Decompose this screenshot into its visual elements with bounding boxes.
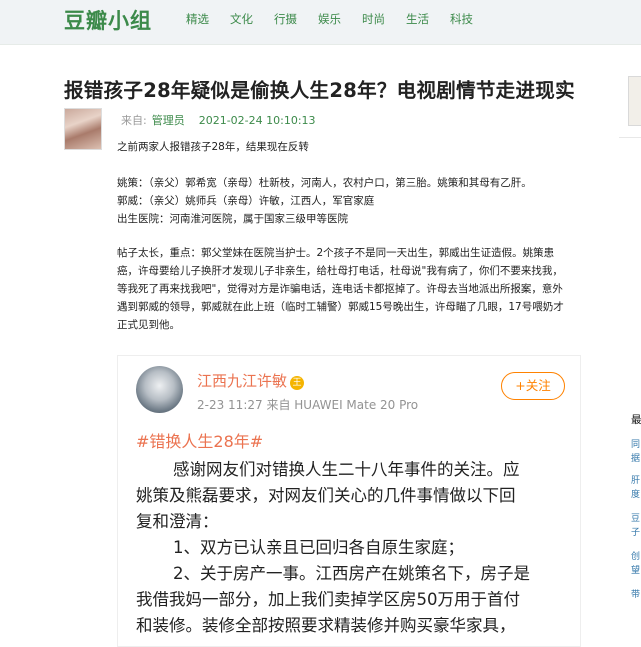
- nav-item-featured[interactable]: 精选: [186, 11, 209, 27]
- from-label: 来自:: [121, 114, 147, 127]
- sidebar-link[interactable]: 同: [631, 438, 640, 452]
- sidebar-link[interactable]: 带: [631, 588, 640, 602]
- header-divider: [0, 44, 641, 45]
- post-paragraph: 郭威：（亲父）姚师兵（亲母）许敏，江西人，军官家庭: [117, 195, 375, 207]
- weibo-hashtag[interactable]: #错换人生28年#: [136, 428, 263, 452]
- post-paragraph: 姚策：（亲父）郭希宽（亲母）杜新枝，河南人，农村户口，第三胎。姚策和其母有乙肝。: [117, 177, 532, 189]
- post-timestamp: 2021-02-24 10:10:13: [198, 114, 316, 127]
- weibo-text-line: 1、双方已认亲且已回归各自原生家庭；: [173, 538, 464, 557]
- weibo-username[interactable]: 江西九江许敏王: [197, 370, 305, 391]
- post-paragraph: 帖子太长，重点：郭父堂妹在医院当护士。2个孩子不是同一天出生，郭威出生证造假。姚…: [117, 247, 555, 259]
- post-paragraph: 癌，许母要给儿子换肝才发现儿子非亲生，给杜母打电话，杜母说"我有病了，你们不要来…: [117, 265, 563, 277]
- nav-item-culture[interactable]: 文化: [230, 11, 253, 27]
- weibo-text-line: 感谢网友们对错换人生二十八年事件的关注。应: [173, 460, 520, 479]
- nav-item-life[interactable]: 生活: [406, 11, 429, 27]
- sidebar-link[interactable]: 子: [631, 526, 640, 540]
- sidebar-link[interactable]: 肝: [631, 474, 640, 488]
- weibo-text-line: 我借我妈一部分，加上我们卖掉学区房50万用于首付: [136, 590, 520, 609]
- post-paragraph: 出生医院：河南淮河医院，属于国家三级甲等医院: [117, 213, 348, 225]
- nav-item-entertainment[interactable]: 娱乐: [318, 11, 341, 27]
- sidebar-heading: 最: [631, 414, 641, 426]
- weibo-text-line: 和装修。装修全部按照要求精装修并购买豪华家具，: [136, 616, 516, 635]
- sidebar-link[interactable]: 豆: [631, 512, 640, 526]
- author-link[interactable]: 管理员: [152, 114, 185, 127]
- nav-item-tech[interactable]: 科技: [450, 11, 473, 27]
- weibo-text-line: 姚策及熊磊要求，对网友们关心的几件事情做以下回: [136, 486, 516, 505]
- post-paragraph: 等我死了再来找我吧"，觉得对方是诈骗电话，连电话卡都抠掉了。许母去当地派出所报案…: [117, 283, 563, 295]
- post-meta: 来自: 管理员 2021-02-24 10:10:13: [121, 112, 316, 128]
- sidebar-divider: [619, 137, 641, 138]
- nav-item-fashion[interactable]: 时尚: [362, 11, 385, 27]
- follow-button[interactable]: +关注: [501, 372, 565, 400]
- top-navigation-bar: 豆瓣小组 精选 文化 行摄 娱乐 时尚 生活 科技: [0, 0, 641, 44]
- category-nav: 精选 文化 行摄 娱乐 时尚 生活 科技: [186, 11, 494, 27]
- post-title: 报错孩子28年疑似是偷换人生28年？电视剧情节走进现实: [64, 79, 575, 102]
- crown-badge-icon: 王: [290, 376, 305, 390]
- post-paragraph: 正式见到他。: [117, 319, 180, 331]
- sidebar-thumbnail[interactable]: [628, 76, 641, 126]
- sidebar-link[interactable]: 创: [631, 550, 640, 564]
- sidebar-link[interactable]: 望: [631, 564, 640, 578]
- weibo-text-line: 2、关于房产一事。江西房产在姚策名下，房子是: [173, 564, 530, 583]
- weibo-user-avatar[interactable]: [136, 366, 183, 413]
- weibo-post-meta: 2-23 11:27 来自 HUAWEI Mate 20 Pro: [197, 398, 419, 412]
- sidebar-link[interactable]: 度: [631, 488, 640, 502]
- author-avatar[interactable]: [64, 108, 102, 150]
- weibo-post-screenshot: 江西九江许敏王 2-23 11:27 来自 HUAWEI Mate 20 Pro…: [117, 355, 581, 647]
- nav-item-travel-photo[interactable]: 行摄: [274, 11, 297, 27]
- post-paragraph: 之前两家人报错孩子28年，结果现在反转: [117, 141, 309, 153]
- weibo-username-text: 江西九江许敏: [197, 372, 288, 390]
- douban-group-logo[interactable]: 豆瓣小组: [64, 5, 152, 35]
- sidebar-link[interactable]: 据: [631, 452, 640, 466]
- weibo-text-line: 复和澄清：: [136, 512, 219, 531]
- post-paragraph: 遇到郭威的领导，郭威就在此上班（临时工辅警）郭威15号晚出生，许母瞄了几眼，17…: [117, 301, 564, 313]
